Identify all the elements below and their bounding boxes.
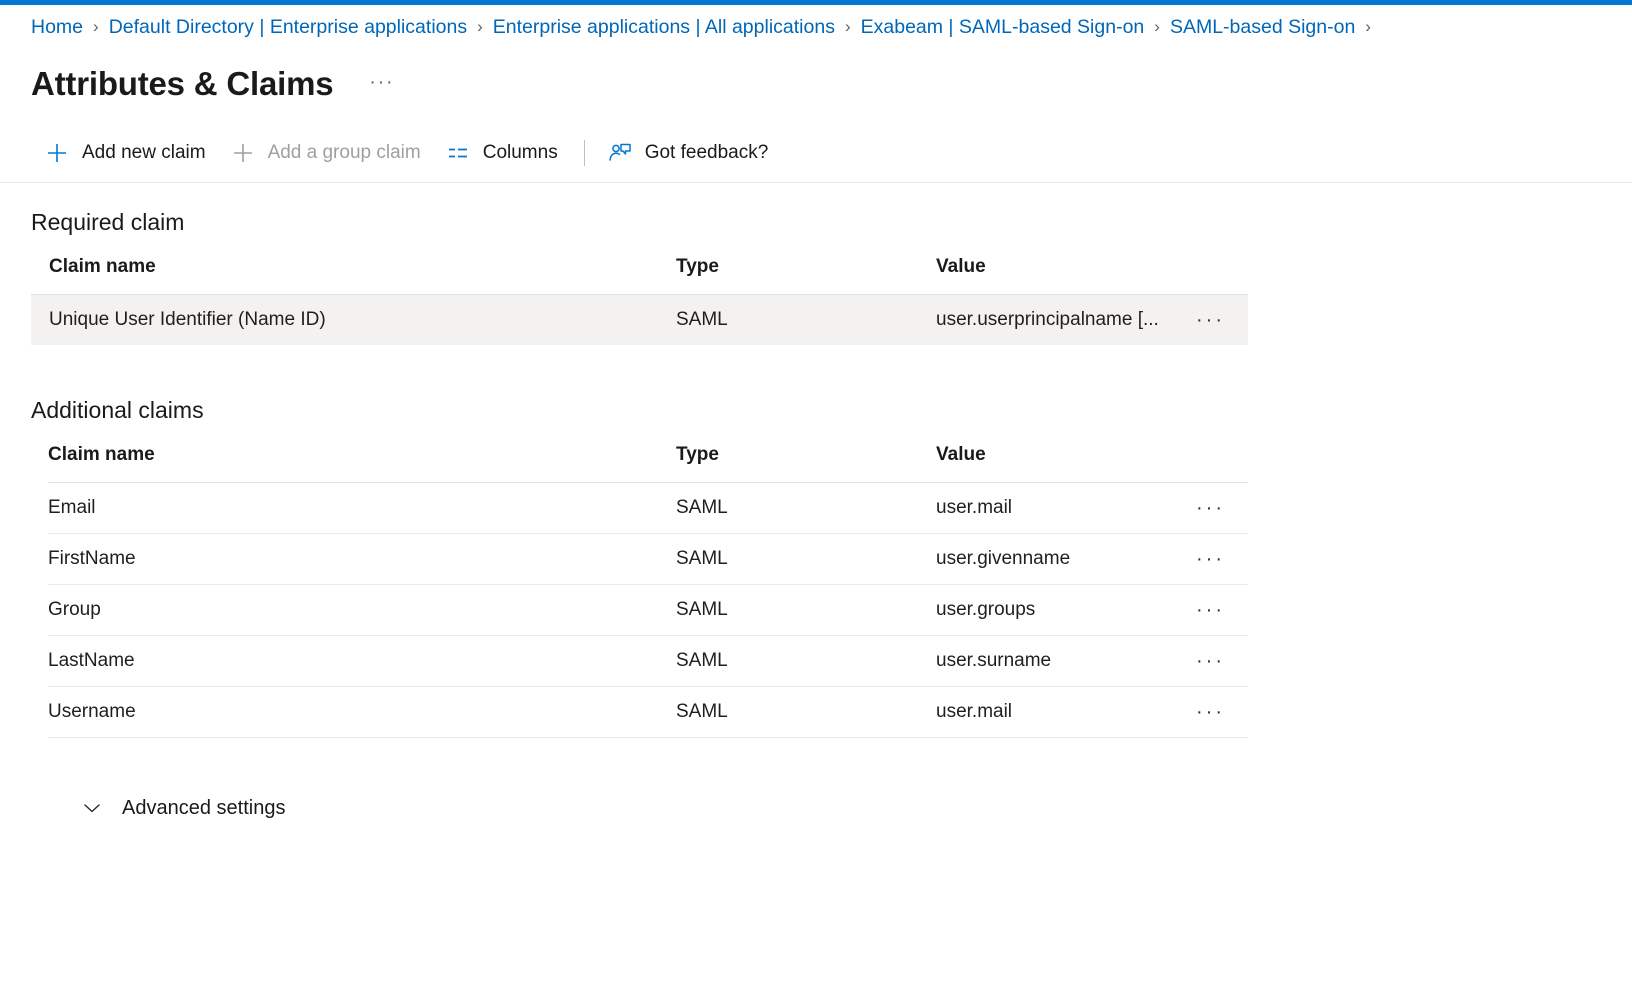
page-body: Home › Default Directory | Enterprise ap… bbox=[0, 5, 1632, 821]
row-more-menu-icon[interactable]: ··· bbox=[1194, 599, 1225, 621]
column-header-value: Value bbox=[936, 256, 1194, 295]
add-new-claim-label: Add new claim bbox=[82, 142, 206, 163]
got-feedback-label: Got feedback? bbox=[644, 142, 769, 163]
feedback-person-icon bbox=[607, 140, 633, 166]
row-more-menu-icon[interactable]: ··· bbox=[1194, 650, 1225, 672]
claim-value-cell: user.groups bbox=[936, 584, 1194, 636]
claim-type-cell: SAML bbox=[676, 635, 936, 687]
toolbar-divider bbox=[583, 140, 585, 166]
column-header-actions bbox=[1194, 256, 1248, 295]
claim-name-cell: LastName bbox=[48, 635, 676, 687]
breadcrumb-item-exabeam[interactable]: Exabeam | SAML-based Sign-on bbox=[861, 16, 1145, 39]
columns-button[interactable]: Columns bbox=[445, 135, 558, 171]
table-row[interactable]: Username SAML user.mail ··· bbox=[48, 686, 1248, 738]
table-row[interactable]: Unique User Identifier (Name ID) SAML us… bbox=[31, 294, 1248, 345]
breadcrumb-separator: › bbox=[1154, 17, 1160, 36]
required-claim-heading: Required claim bbox=[31, 209, 185, 235]
required-claims-table: Claim name Type Value Unique User Identi… bbox=[31, 256, 1248, 345]
claim-value-cell: user.surname bbox=[936, 635, 1194, 687]
claim-type-cell: SAML bbox=[676, 584, 936, 636]
row-more-menu-icon[interactable]: ··· bbox=[1194, 309, 1225, 331]
table-header-row: Claim name Type Value bbox=[48, 444, 1248, 483]
breadcrumb-separator: › bbox=[477, 17, 483, 36]
claim-name-cell: Username bbox=[48, 686, 676, 738]
breadcrumb-item-all-applications[interactable]: Enterprise applications | All applicatio… bbox=[493, 16, 835, 39]
advanced-settings-label: Advanced settings bbox=[122, 796, 286, 819]
table-row[interactable]: Email SAML user.mail ··· bbox=[48, 482, 1248, 534]
columns-label: Columns bbox=[482, 142, 558, 163]
table-row[interactable]: FirstName SAML user.givenname ··· bbox=[48, 533, 1248, 585]
claim-type-cell: SAML bbox=[676, 533, 936, 585]
additional-claims-heading: Additional claims bbox=[31, 397, 204, 423]
page-title: Attributes & Claims bbox=[31, 65, 334, 102]
plus-icon bbox=[230, 140, 256, 166]
add-group-claim-button: Add a group claim bbox=[230, 135, 421, 171]
row-more-menu-icon[interactable]: ··· bbox=[1194, 548, 1225, 570]
table-row[interactable]: LastName SAML user.surname ··· bbox=[48, 635, 1248, 687]
claim-type-cell: SAML bbox=[676, 686, 936, 738]
breadcrumb-item-saml-sign-on[interactable]: SAML-based Sign-on bbox=[1170, 16, 1355, 39]
breadcrumb-separator: › bbox=[844, 17, 851, 36]
breadcrumb-item-home[interactable]: Home bbox=[31, 16, 83, 39]
table-header-row: Claim name Type Value bbox=[31, 256, 1248, 295]
plus-icon bbox=[44, 140, 70, 166]
claim-value-cell: user.userprincipalname [... bbox=[936, 294, 1194, 345]
column-header-claim-name: Claim name bbox=[31, 256, 676, 295]
claim-name-cell: FirstName bbox=[48, 533, 676, 585]
breadcrumb: Home › Default Directory | Enterprise ap… bbox=[0, 5, 1632, 49]
breadcrumb-separator-trailing: › bbox=[1365, 17, 1371, 36]
add-group-claim-label: Add a group claim bbox=[267, 142, 421, 163]
add-new-claim-button[interactable]: Add new claim bbox=[44, 135, 206, 171]
command-bar: Add new claim Add a group claim Columns bbox=[0, 128, 1632, 183]
column-header-actions bbox=[1194, 444, 1248, 483]
title-row: Attributes & Claims ··· bbox=[0, 62, 1632, 106]
column-header-type: Type bbox=[676, 444, 936, 483]
breadcrumb-item-default-directory[interactable]: Default Directory | Enterprise applicati… bbox=[109, 16, 467, 39]
claim-name-cell: Email bbox=[48, 482, 676, 534]
additional-claims-table: Claim name Type Value Email SAML user.ma… bbox=[48, 444, 1248, 738]
claim-value-cell: user.mail bbox=[936, 482, 1194, 534]
chevron-down-icon bbox=[79, 795, 105, 821]
claim-value-cell: user.givenname bbox=[936, 533, 1194, 585]
claim-name-cell: Group bbox=[48, 584, 676, 636]
breadcrumb-separator: › bbox=[93, 17, 99, 36]
column-header-claim-name: Claim name bbox=[48, 444, 676, 483]
table-row[interactable]: Group SAML user.groups ··· bbox=[48, 584, 1248, 636]
columns-icon bbox=[445, 140, 471, 166]
got-feedback-button[interactable]: Got feedback? bbox=[607, 135, 769, 171]
page-more-menu-icon[interactable]: ··· bbox=[369, 72, 394, 94]
column-header-type: Type bbox=[676, 256, 936, 295]
row-more-menu-icon[interactable]: ··· bbox=[1194, 701, 1225, 723]
claim-value-cell: user.mail bbox=[936, 686, 1194, 738]
row-more-menu-icon[interactable]: ··· bbox=[1194, 497, 1225, 519]
claim-type-cell: SAML bbox=[676, 294, 936, 345]
content-area: Required claim Claim name Type Value Uni… bbox=[0, 183, 1632, 821]
claim-type-cell: SAML bbox=[676, 482, 936, 534]
claim-name-cell: Unique User Identifier (Name ID) bbox=[31, 294, 676, 345]
column-header-value: Value bbox=[936, 444, 1194, 483]
advanced-settings-toggle[interactable]: Advanced settings bbox=[79, 795, 319, 821]
